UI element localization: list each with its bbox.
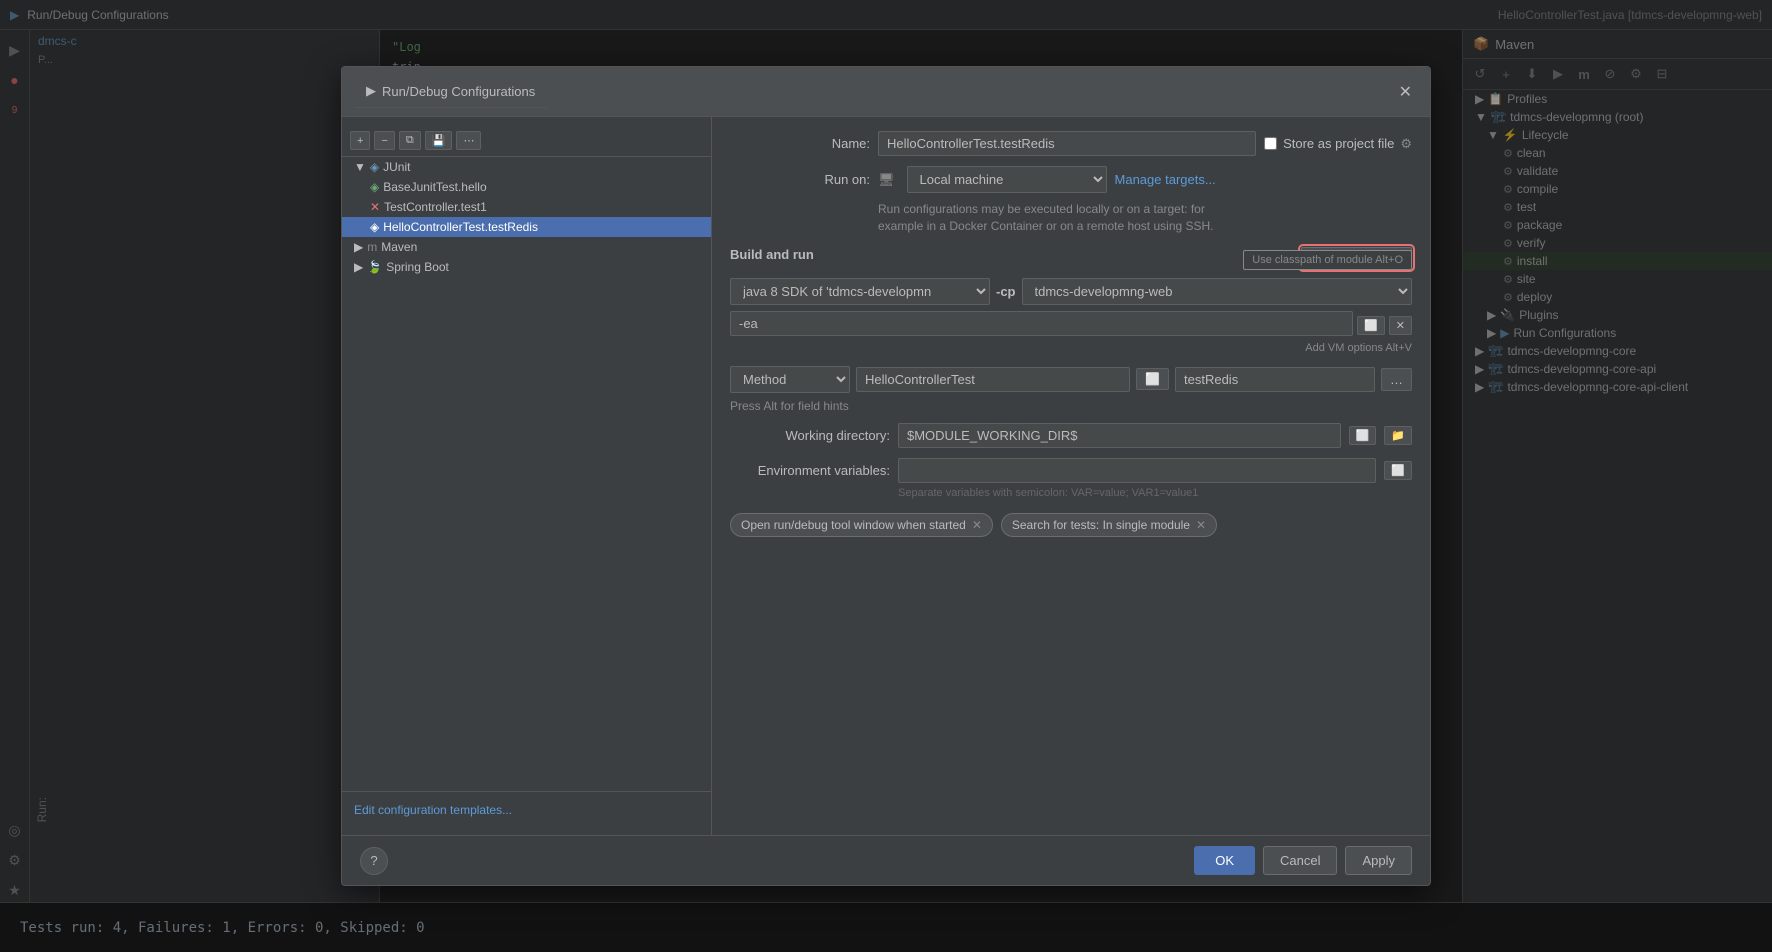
- build-run-section: Build and run JRE Alt+J Modify options ∨…: [730, 247, 1412, 354]
- sidebar-toolbar: + − ⧉ 💾 ⋯: [342, 125, 711, 157]
- run-on-select[interactable]: Local machine: [907, 166, 1107, 193]
- spring-label: Spring Boot: [386, 260, 449, 274]
- env-hint-text: Separate variables with semicolon: VAR=v…: [898, 487, 1412, 499]
- sdk-select[interactable]: java 8 SDK of 'tdmcs-developmn: [730, 278, 990, 305]
- sidebar-bottom: Edit configuration templates...: [342, 791, 711, 827]
- dialog-close-button[interactable]: ✕: [1393, 80, 1418, 104]
- junit-icon: ◈: [370, 160, 379, 174]
- junit-arrow: ▼: [354, 160, 366, 174]
- hello-testredis-label: HelloControllerTest.testRedis: [383, 220, 538, 234]
- env-vars-row: Environment variables: ⬜: [730, 458, 1412, 483]
- sidebar-minus-btn[interactable]: −: [374, 131, 394, 150]
- dialog-form: Name: Store as project file ⚙ Run on: 🖥: [712, 117, 1430, 835]
- dialog-body: + − ⧉ 💾 ⋯ ▼ ◈ JUnit ◈ BaseJunitTest: [342, 117, 1430, 835]
- class-input[interactable]: [856, 367, 1130, 392]
- ide-background: ▶ Run/Debug Configurations HelloControll…: [0, 0, 1772, 952]
- modal-overlay: ▶ Run/Debug Configurations ✕ + − ⧉ 💾 ⋯: [0, 0, 1772, 952]
- base-icon: ◈: [370, 180, 379, 194]
- sidebar-copy-btn[interactable]: ⧉: [399, 131, 421, 150]
- info-line1: Run configurations may be executed local…: [878, 202, 1205, 216]
- junit-label: JUnit: [383, 160, 410, 174]
- info-line2: example in a Docker Container or on a re…: [878, 219, 1214, 233]
- dialog-title: Run/Debug Configurations: [382, 84, 535, 99]
- maven-arrow: ▶: [354, 240, 363, 254]
- method-row: Method ⬜ …: [730, 366, 1412, 393]
- ok-button[interactable]: OK: [1194, 846, 1255, 875]
- edit-templates-link[interactable]: Edit configuration templates...: [354, 803, 512, 817]
- sidebar-item-testcontroller[interactable]: ✕ TestController.test1: [342, 197, 711, 217]
- spring-icon: 🍃: [367, 260, 382, 274]
- chip-close-1[interactable]: ✕: [972, 518, 982, 532]
- footer-right: OK Cancel Apply: [1194, 846, 1412, 875]
- active-icon: ◈: [370, 220, 379, 234]
- dialog-sidebar: + − ⧉ 💾 ⋯ ▼ ◈ JUnit ◈ BaseJunitTest: [342, 117, 712, 835]
- use-classpath-hint: Use classpath of module Alt+O: [1243, 250, 1412, 270]
- manage-targets-link[interactable]: Manage targets...: [1115, 172, 1216, 187]
- run-on-row: Run on: 🖥 Local machine Manage targets..…: [730, 166, 1412, 193]
- maven-group-label: Maven: [381, 240, 417, 254]
- cancel-button[interactable]: Cancel: [1263, 846, 1337, 875]
- basejunit-label: BaseJunitTest.hello: [383, 180, 486, 194]
- working-dir-browse-btn[interactable]: 📁: [1384, 426, 1412, 445]
- sidebar-add-btn[interactable]: +: [350, 131, 370, 150]
- vm-options-row: ⬜ ✕: [730, 311, 1412, 340]
- add-vm-hint: Add VM options Alt+V: [730, 342, 1412, 354]
- local-machine-icon: 🖥: [878, 172, 895, 188]
- dialog-title-area: ▶ Run/Debug Configurations: [354, 75, 547, 108]
- class-browse-btn[interactable]: ⬜: [1136, 368, 1169, 390]
- info-text: Run configurations may be executed local…: [878, 201, 1412, 235]
- run-on-label: Run on:: [730, 172, 870, 187]
- chip-label-2: Search for tests: In single module: [1012, 518, 1190, 532]
- working-dir-var-btn[interactable]: ⬜: [1349, 426, 1377, 445]
- run-debug-dialog: ▶ Run/Debug Configurations ✕ + − ⧉ 💾 ⋯: [341, 66, 1431, 886]
- vm-options-input[interactable]: [730, 311, 1353, 336]
- chip-search-tests: Search for tests: In single module ✕: [1001, 513, 1217, 537]
- method-select[interactable]: Method: [730, 366, 850, 393]
- env-vars-input[interactable]: [898, 458, 1376, 483]
- working-dir-row: Working directory: ⬜ 📁: [730, 423, 1412, 448]
- cp-value-select[interactable]: tdmcs-developmng-web: [1022, 278, 1413, 305]
- chip-label-1: Open run/debug tool window when started: [741, 518, 966, 532]
- build-run-label: Build and run: [730, 247, 814, 262]
- sidebar-item-maven[interactable]: ▶ m Maven: [342, 237, 711, 257]
- name-row: Name: Store as project file ⚙: [730, 131, 1412, 156]
- dialog-titlebar: ▶ Run/Debug Configurations ✕: [342, 67, 1430, 117]
- vm-options-more-btn[interactable]: ✕: [1389, 316, 1412, 335]
- store-project-row: Store as project file ⚙: [1264, 136, 1412, 152]
- error-icon: ✕: [370, 200, 380, 214]
- method-input[interactable]: [1175, 367, 1375, 392]
- store-project-checkbox[interactable]: [1264, 137, 1277, 150]
- name-input[interactable]: [878, 131, 1256, 156]
- chip-run-debug: Open run/debug tool window when started …: [730, 513, 993, 537]
- spring-arrow: ▶: [354, 260, 363, 274]
- field-hints-text: Press Alt for field hints: [730, 399, 1412, 413]
- testcontroller-label: TestController.test1: [384, 200, 487, 214]
- env-vars-label: Environment variables:: [730, 463, 890, 478]
- help-button[interactable]: ?: [360, 847, 388, 875]
- dialog-icon: ▶: [366, 83, 376, 99]
- env-vars-expand-btn[interactable]: ⬜: [1384, 461, 1412, 480]
- method-ellipsis-btn[interactable]: …: [1381, 368, 1412, 391]
- sidebar-item-junit[interactable]: ▼ ◈ JUnit: [342, 157, 711, 177]
- vm-options-expand-btn[interactable]: ⬜: [1357, 316, 1385, 335]
- sdk-row: java 8 SDK of 'tdmcs-developmn -cp tdmcs…: [730, 278, 1412, 305]
- store-project-label: Store as project file: [1283, 136, 1394, 151]
- name-label: Name:: [730, 136, 870, 151]
- chip-close-2[interactable]: ✕: [1196, 518, 1206, 532]
- working-dir-label: Working directory:: [730, 428, 890, 443]
- cp-label: -cp: [996, 284, 1016, 299]
- sidebar-item-hello-testredis[interactable]: ◈ HelloControllerTest.testRedis: [342, 217, 711, 237]
- footer-left: ?: [360, 847, 388, 875]
- apply-button[interactable]: Apply: [1345, 846, 1412, 875]
- chips-row: Open run/debug tool window when started …: [730, 513, 1412, 537]
- sidebar-more-btn[interactable]: ⋯: [456, 131, 481, 150]
- sidebar-save-btn[interactable]: 💾: [425, 131, 453, 150]
- working-dir-input[interactable]: [898, 423, 1341, 448]
- sidebar-item-springboot[interactable]: ▶ 🍃 Spring Boot: [342, 257, 711, 277]
- dialog-footer: ? OK Cancel Apply: [342, 835, 1430, 885]
- sidebar-item-basejunit[interactable]: ◈ BaseJunitTest.hello: [342, 177, 711, 197]
- store-settings-icon: ⚙: [1400, 136, 1412, 152]
- maven-group-icon: m: [367, 240, 377, 254]
